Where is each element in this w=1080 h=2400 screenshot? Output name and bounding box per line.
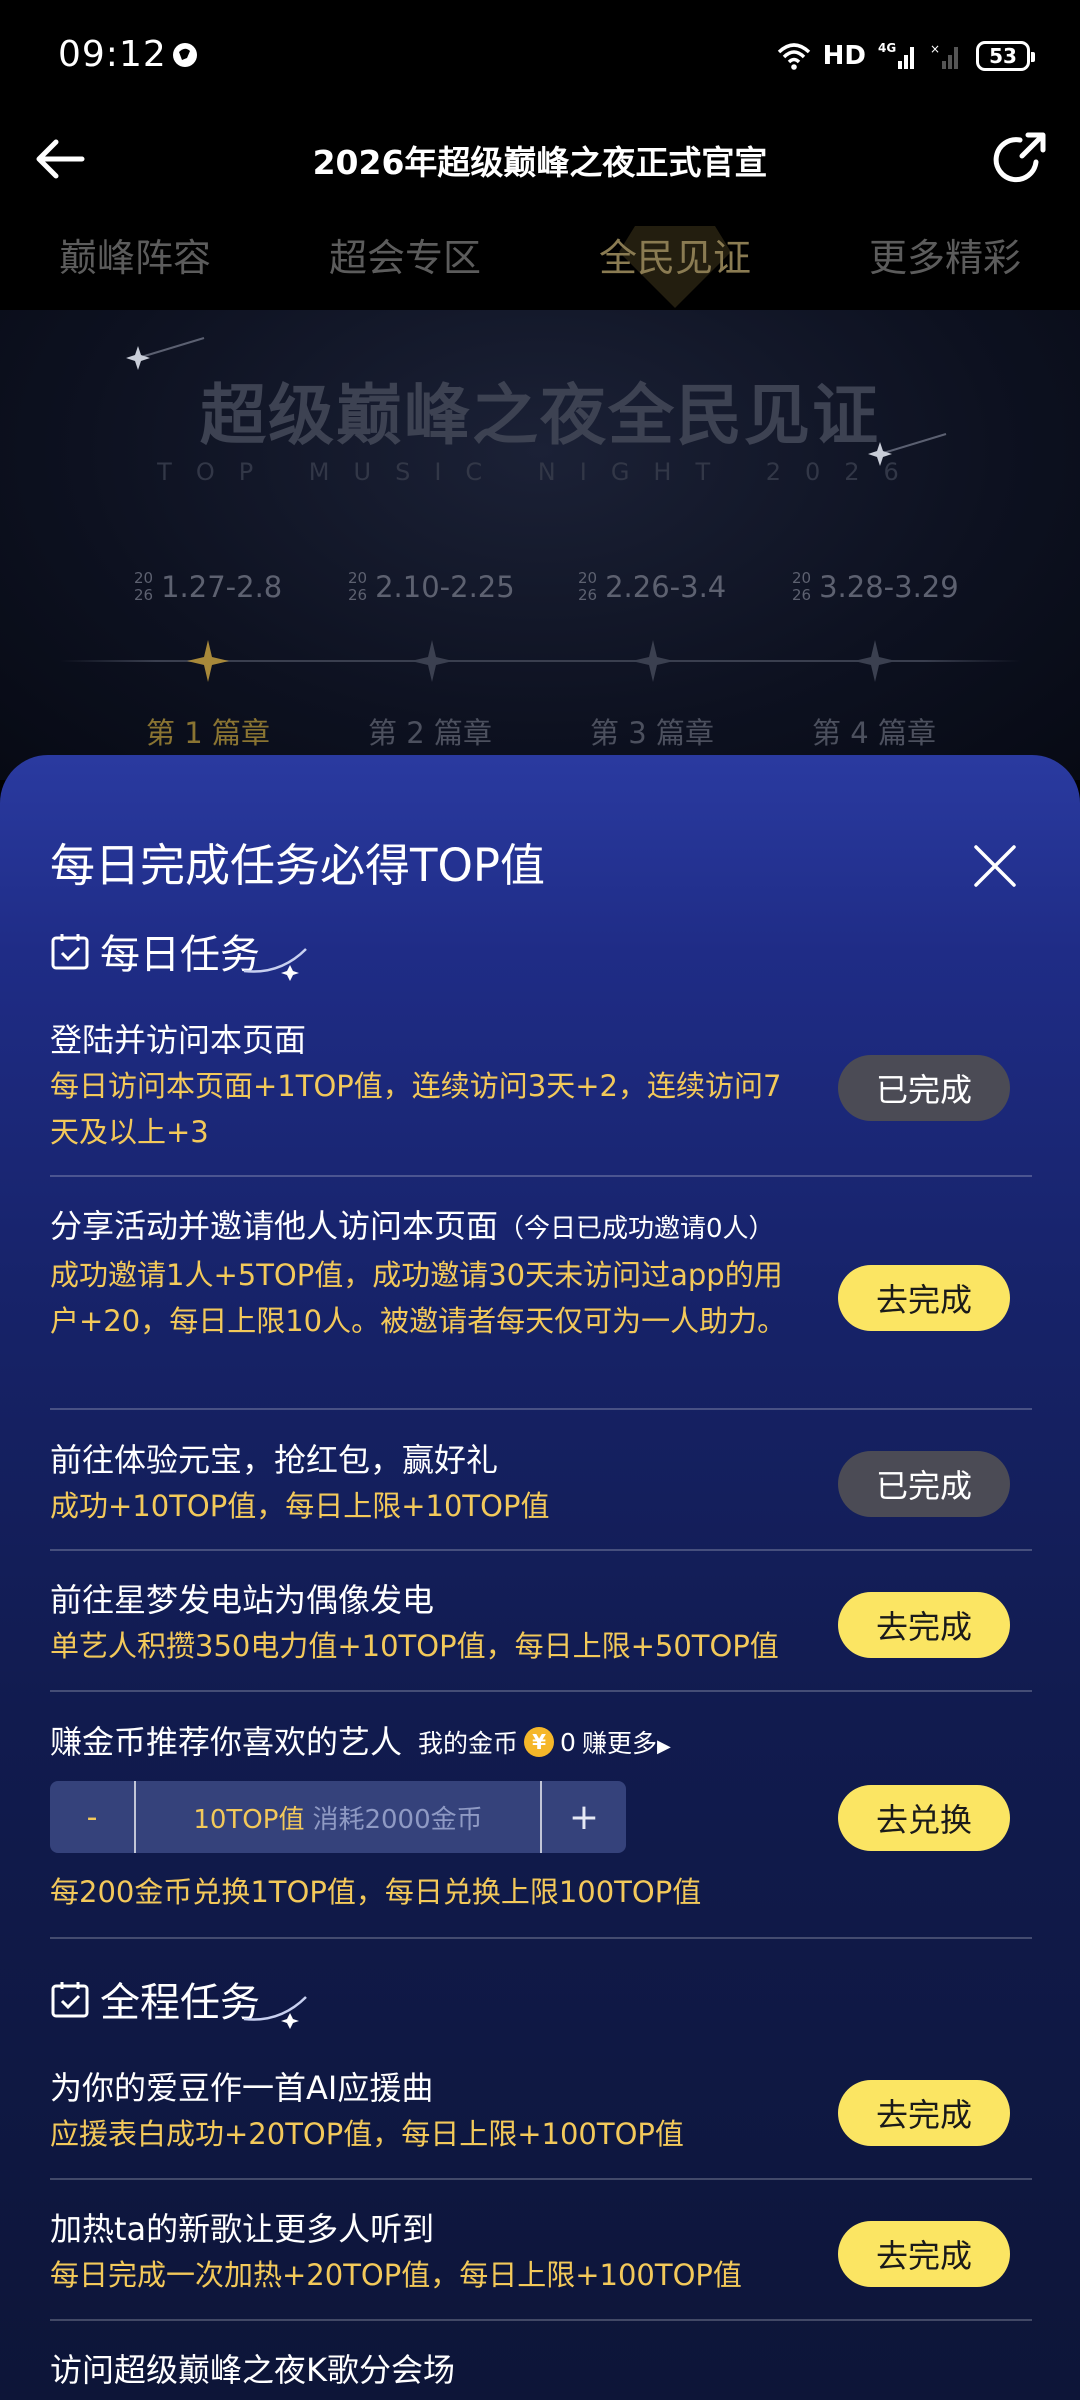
my-coins-label: 我的金币 (418, 1729, 519, 1758)
task-panel: 每日完成任务必得TOP值 每日任务 登陆并访问本页面 每日访问本页面+1TOP值… (0, 755, 1080, 2400)
exchange-button[interactable]: 去兑换 (838, 1785, 1010, 1851)
task-title: 赚金币推荐你喜欢的艺人 (50, 1723, 403, 1761)
status-time: 09:12 (58, 34, 167, 75)
task-go-button[interactable]: 去完成 (838, 2221, 1010, 2287)
top-nav: 2026年超级巅峰之夜正式官宣 (0, 110, 1080, 210)
star-icon (854, 640, 896, 682)
panel-title: 每日完成任务必得TOP值 (50, 839, 546, 892)
task-desc: 每200金币兑换1TOP值，每日兑换上限100TOP值 (50, 1875, 702, 1909)
task-desc: 单艺人积攒350电力值+10TOP值，每日上限+50TOP值 (50, 1629, 779, 1663)
divider (50, 1549, 1032, 1551)
wifi-icon (777, 43, 810, 70)
stepper-plus-button[interactable]: + (540, 1781, 626, 1853)
vpn-icon (173, 43, 197, 67)
exchange-stepper: - 10TOP值 消耗2000金币 + (50, 1781, 626, 1853)
chapter-3-tab[interactable]: 第 3 篇章 (590, 710, 714, 752)
calendar-check-icon (51, 1982, 89, 2018)
daily-tasks-header: 每日任务 (50, 921, 310, 981)
task-title: 登陆并访问本页面 (50, 1021, 307, 1059)
chapter-date: 20 26 2.10-2.25 (348, 569, 515, 605)
hd-indicator: HD (822, 41, 866, 71)
task-title: 分享活动并邀请他人访问本页面（今日已成功邀请0人） (50, 1207, 775, 1245)
task-completed-button[interactable]: 已完成 (838, 1055, 1010, 1121)
chapter-1-tab[interactable]: 第 1 篇章 (146, 710, 270, 752)
status-bar: 09:12 HD 4G × 53 (0, 0, 1080, 110)
coin-icon: ¥ (524, 1727, 555, 1757)
task-item-karaoke: 访问超级巅峰之夜K歌分会场 (50, 2347, 1032, 2393)
chapter-4-tab[interactable]: 第 4 篇章 (812, 710, 936, 752)
task-title: 前往体验元宝，抢红包，赢好礼 (50, 1441, 499, 1479)
daily-tasks-title: 每日任务 (100, 932, 260, 978)
full-tasks-header: 全程任务 (50, 1969, 310, 2029)
tab-more[interactable]: 更多精彩 (810, 210, 1080, 310)
chapter-date: 20 26 3.28-3.29 (792, 569, 959, 605)
chapter-date: 20 26 1.27-2.8 (134, 569, 283, 605)
back-arrow-icon[interactable] (26, 124, 96, 194)
close-icon[interactable] (970, 841, 1020, 891)
chapter-tabs: 第 1 篇章 第 2 篇章 第 3 篇章 第 4 篇章 (60, 710, 1020, 760)
hero-banner: 超级巅峰之夜全民见证 TOP MUSIC NIGHT 2026 20 26 1.2… (0, 310, 1080, 780)
tab-lineup[interactable]: 巅峰阵容 (0, 210, 270, 310)
task-desc: 成功+10TOP值，每日上限+10TOP值 (50, 1489, 550, 1523)
stepper-top-value: 10TOP值 (193, 1804, 305, 1835)
my-coins: 我的金币 ¥ 0 赚更多▶ (418, 1724, 671, 1760)
task-desc: 每日访问本页面+1TOP值，连续访问3天+2，连续访问7天及以上+3 (50, 1069, 782, 1149)
task-go-button[interactable]: 去完成 (838, 2080, 1010, 2146)
task-title: 为你的爱豆作一首AI应援曲 (50, 2069, 434, 2107)
task-desc: 每日完成一次加热+20TOP值，每日上限+100TOP值 (50, 2258, 742, 2292)
tab-vip-zone[interactable]: 超会专区 (270, 210, 540, 310)
hero-title: 超级巅峰之夜全民见证 (200, 377, 880, 454)
task-completed-button[interactable]: 已完成 (838, 1451, 1010, 1517)
task-desc: 成功邀请1人+5TOP值，成功邀请30天未访问过app的用户+20，每日上限10… (50, 1258, 787, 1338)
tab-witness[interactable]: 全民见证 (540, 210, 810, 310)
task-go-button[interactable]: 去完成 (838, 1592, 1010, 1658)
divider (50, 1175, 1032, 1177)
divider (50, 1408, 1032, 1410)
calendar-check-icon (51, 934, 89, 970)
signal-sim2-icon: × (930, 42, 958, 69)
stepper-cost: 消耗2000金币 (312, 1804, 483, 1835)
exchange-rule: 每200金币兑换1TOP值，每日兑换上限100TOP值 (50, 1869, 1032, 1915)
chapter-date: 20 26 2.26-3.4 (578, 569, 727, 605)
invite-count-note: （今日已成功邀请0人） (498, 1214, 775, 1244)
svg-text:×: × (930, 42, 940, 56)
divider (50, 1937, 1032, 1939)
swoosh-icon (243, 1996, 307, 2029)
swoosh-icon (243, 948, 307, 981)
coin-amount: 0 (560, 1727, 576, 1757)
battery-icon: 53 (976, 41, 1035, 71)
task-item-coins: 赚金币推荐你喜欢的艺人 我的金币 ¥ 0 赚更多▶ (50, 1719, 1032, 1765)
tab-witness-label: 全民见证 (598, 236, 751, 280)
task-title: 访问超级巅峰之夜K歌分会场 (50, 2351, 455, 2389)
divider (50, 2178, 1032, 2180)
star-icon (411, 640, 453, 682)
divider (50, 2319, 1032, 2321)
share-icon[interactable] (984, 124, 1054, 194)
task-go-button[interactable]: 去完成 (838, 1265, 1010, 1331)
task-desc: 应援表白成功+20TOP值，每日上限+100TOP值 (50, 2117, 684, 2151)
stepper-value: 10TOP值 消耗2000金币 (136, 1781, 540, 1853)
task-title: 加热ta的新歌让更多人听到 (50, 2210, 435, 2248)
tab-bar: 巅峰阵容 超会专区 全民见证 更多精彩 (0, 210, 1080, 310)
chapter-dates: 20 26 1.27-2.8 20 26 2.10-2.25 20 26 2.26-3… (60, 570, 1020, 630)
star-icon (632, 640, 674, 682)
divider (50, 1690, 1032, 1692)
stepper-minus-button[interactable]: - (50, 1781, 136, 1853)
play-triangle-icon: ▶ (656, 1736, 671, 1757)
page-title: 2026年超级巅峰之夜正式官宣 (312, 143, 768, 182)
svg-text:4G: 4G (878, 41, 896, 55)
chapter-2-tab[interactable]: 第 2 篇章 (368, 710, 492, 752)
hero-subtitle: TOP MUSIC NIGHT 2026 (157, 458, 923, 486)
earn-more-link[interactable]: 赚更多▶ (582, 1724, 671, 1760)
task-title: 前往星梦发电站为偶像发电 (50, 1581, 435, 1619)
signal-4g-icon: 4G (878, 41, 914, 69)
star-active-icon (187, 640, 229, 682)
full-tasks-title: 全程任务 (100, 1980, 260, 2026)
